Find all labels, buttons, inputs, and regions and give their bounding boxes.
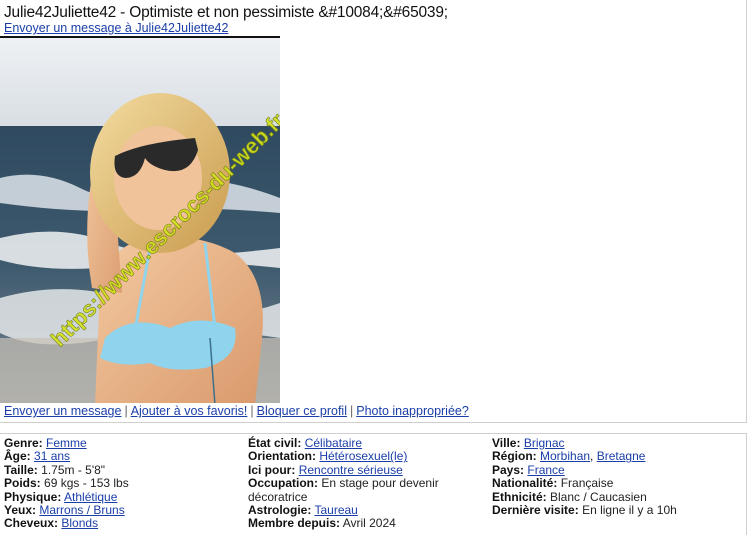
region-link-2[interactable]: Bretagne [597,449,646,463]
profile-photo[interactable]: https://www.escrocs-du-web.fr [0,36,280,403]
eyes-link[interactable]: Marrons / Bruns [39,503,124,517]
detail-row-age: Âge: 31 ans [4,449,71,464]
detail-row-occupation: Occupation: En stage pour devenir décora… [248,476,439,504]
details-column-2: État civil: Célibataire Orientation: Hét… [248,436,483,531]
detail-row-astrology: Astrologie: Taureau [248,503,358,518]
region-link[interactable]: Morbihan [540,449,590,463]
age-link[interactable]: 31 ans [34,449,70,463]
detail-row-weight: Poids: 69 kgs - 153 lbs [4,476,129,491]
country-link[interactable]: France [527,463,564,477]
astrology-link[interactable]: Taureau [314,503,357,517]
profile-title: Julie42Juliette42 - Optimiste et non pes… [4,4,448,21]
detail-row-ethnicity: Ethnicité: Blanc / Caucasien [492,489,647,504]
detail-row-here-for: Ici pour: Rencontre sérieuse [248,462,403,477]
profile-actions: Envoyer un message | Ajouter à vos favoris… [4,404,469,418]
orientation-link[interactable]: Hétérosexuel(le) [319,449,407,463]
detail-row-orientation: Orientation: Hétérosexuel(le) [248,449,408,464]
detail-row-last-visit: Dernière visite: En ligne il y a 10h [492,503,677,518]
detail-row-eyes: Yeux: Marrons / Bruns [4,503,125,518]
add-favorites-action[interactable]: Ajouter à vos favoris! [131,404,248,418]
block-profile-action[interactable]: Bloquer ce profil [257,404,347,418]
detail-row-region: Région: Morbihan, Bretagne [492,449,646,464]
detail-row-civil-status: État civil: Célibataire [248,436,363,450]
detail-row-body: Physique: Athlétique [4,489,118,504]
body-type-link[interactable]: Athlétique [64,490,117,504]
gender-link[interactable]: Femme [46,436,87,450]
city-link[interactable]: Brignac [524,436,565,450]
civil-status-link[interactable]: Célibataire [305,436,362,450]
details-column-1: Genre: Femme Âge: 31 ans Taille: 1.75m -… [4,436,239,531]
here-for-link[interactable]: Rencontre sérieuse [299,463,403,477]
detail-row-member-since: Membre depuis: Avril 2024 [248,516,396,531]
send-message-action[interactable]: Envoyer un message [4,404,121,418]
report-photo-action[interactable]: Photo inappropriée? [356,404,469,418]
detail-row-height: Taille: 1.75m - 5'8" [4,462,106,477]
details-column-3: Ville: Brignac Région: Morbihan, Bretagn… [492,436,742,518]
send-message-link[interactable]: Envoyer un message à Julie42Juliette42 [4,21,228,35]
hair-link[interactable]: Blonds [61,516,98,530]
beach-photo-image: https://www.escrocs-du-web.fr [0,38,280,403]
detail-row-city: Ville: Brignac [492,436,565,450]
detail-row-nationality: Nationalité: Française [492,476,614,491]
detail-row-hair: Cheveux: Blonds [4,516,99,531]
detail-row-country: Pays: France [492,462,565,477]
